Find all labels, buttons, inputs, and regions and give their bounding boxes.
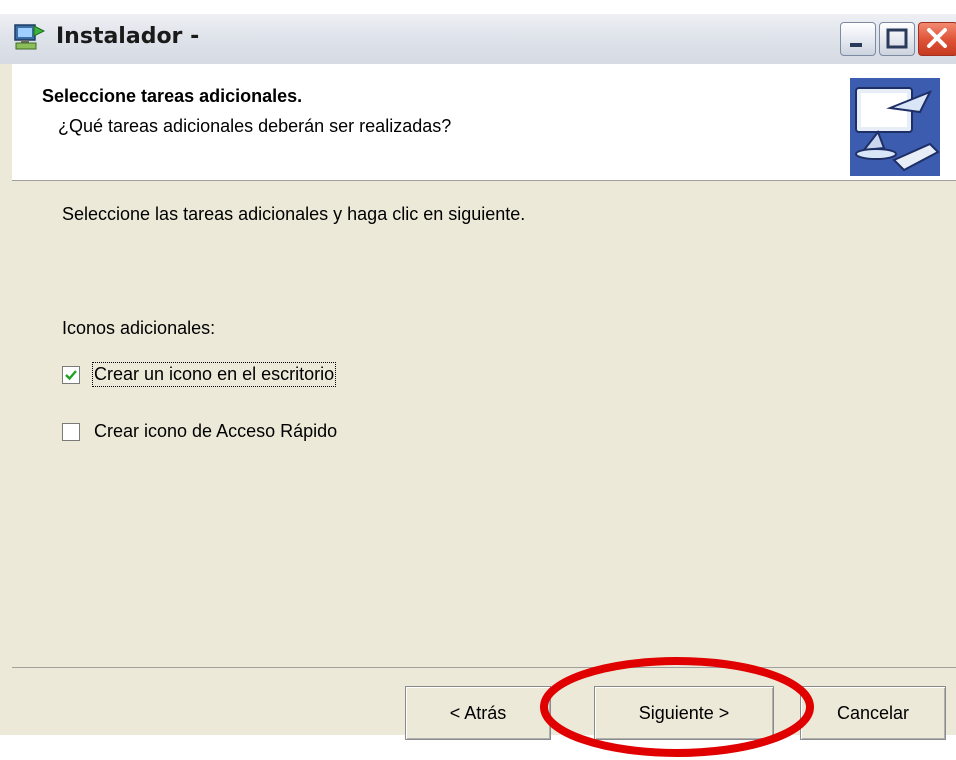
page-subtitle: ¿Qué tareas adicionales deberán ser real… <box>58 116 452 136</box>
page-title: Seleccione tareas adicionales. <box>42 86 303 106</box>
check-mark-icon <box>65 370 77 381</box>
quick-launch-label[interactable]: Crear icono de Acceso Rápido <box>94 421 337 442</box>
computer-install-icon <box>850 78 940 176</box>
instruction-text: Seleccione las tareas adicionales y haga… <box>62 204 526 224</box>
installer-computer-icon <box>12 22 46 54</box>
wizard-header: Seleccione tareas adicionales. ¿Qué tare… <box>12 64 956 181</box>
window-title: Instalador - <box>56 24 200 49</box>
title-bar[interactable]: Instalador - <box>0 14 956 65</box>
minimize-button[interactable] <box>840 22 876 56</box>
close-button[interactable] <box>918 22 956 56</box>
desktop-icon-label[interactable]: Crear un icono en el escritorio <box>91 362 337 387</box>
next-button[interactable]: Siguiente > <box>594 686 774 740</box>
section-label: Iconos adicionales: <box>62 318 216 338</box>
back-button[interactable]: < Atrás <box>405 686 551 740</box>
window-left-border <box>0 64 12 735</box>
installer-window: Instalador - Seleccione tareas adicional… <box>0 14 956 740</box>
desktop-icon-checkbox[interactable] <box>62 366 80 384</box>
quick-launch-checkbox[interactable] <box>62 423 80 441</box>
maximize-button[interactable] <box>879 22 915 56</box>
cancel-button[interactable]: Cancelar <box>800 686 946 740</box>
wizard-content: Seleccione las tareas adicionales y haga… <box>12 181 956 668</box>
